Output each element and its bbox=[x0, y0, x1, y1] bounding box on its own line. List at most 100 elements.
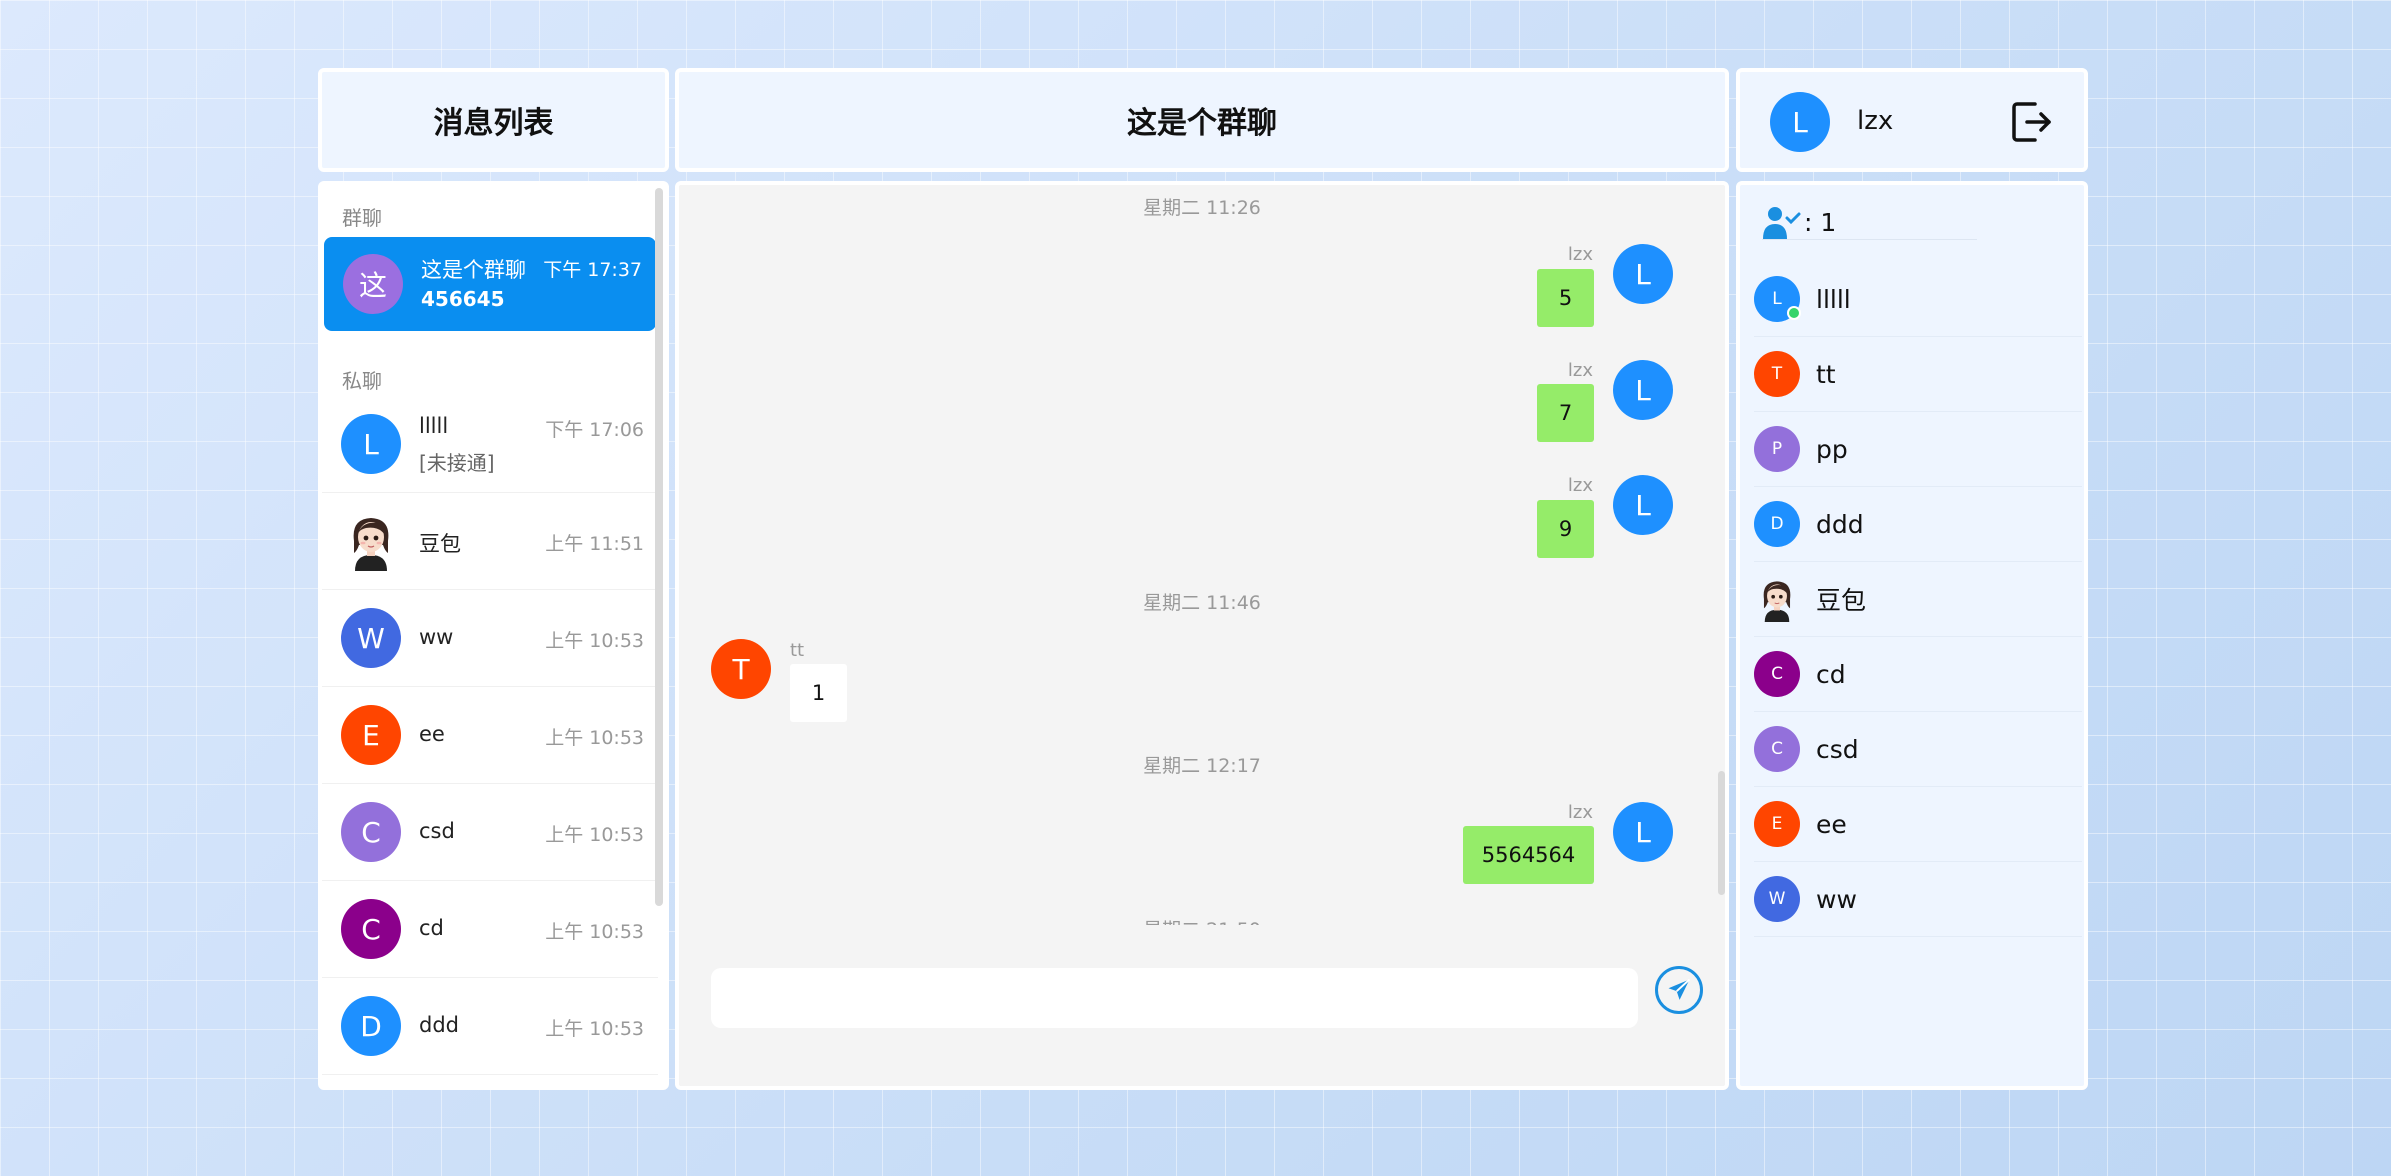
conversation-time: 上午 10:53 bbox=[545, 1018, 644, 1040]
conversation-time: 上午 11:51 bbox=[545, 533, 644, 555]
conversation-item-doubao[interactable]: 豆包 上午 11:51 bbox=[322, 493, 658, 590]
member-item-ee[interactable]: E ee bbox=[1754, 787, 2082, 862]
conversation-time: 上午 10:53 bbox=[545, 921, 644, 943]
conversation-list-scrollbar[interactable] bbox=[655, 188, 663, 906]
member-avatar: C bbox=[1754, 651, 1800, 697]
logout-icon[interactable] bbox=[2007, 98, 2055, 146]
group-avatar: 这 bbox=[343, 254, 403, 314]
member-avatar: W bbox=[1754, 876, 1800, 922]
conversation-name: 豆包 bbox=[419, 532, 461, 556]
member-item-ddd[interactable]: D ddd bbox=[1754, 487, 2082, 562]
member-item-lllll[interactable]: L lllll bbox=[1754, 262, 2082, 337]
user-header: L lzx bbox=[1736, 68, 2088, 172]
send-icon bbox=[1665, 976, 1693, 1004]
message-avatar: L bbox=[1613, 475, 1673, 535]
member-item-csd[interactable]: C csd bbox=[1754, 712, 2082, 787]
member-name: csd bbox=[1816, 734, 1859, 764]
conversation-name: ee bbox=[419, 722, 445, 746]
message-input[interactable] bbox=[711, 968, 1638, 1028]
message-bubble: 9 bbox=[1537, 500, 1594, 558]
conversation-time: 上午 10:53 bbox=[545, 727, 644, 749]
member-item-tt[interactable]: T tt bbox=[1754, 337, 2082, 412]
conversation-avatar: E bbox=[341, 705, 401, 765]
message-avatar: L bbox=[1613, 244, 1673, 304]
conversation-avatar: C bbox=[341, 802, 401, 862]
conversation-time: 上午 10:53 bbox=[545, 824, 644, 846]
message-timestamp: 星期二 12:17 bbox=[1143, 755, 1261, 777]
message-bubble: 1 bbox=[790, 664, 847, 722]
member-name: cd bbox=[1816, 659, 1846, 689]
member-item-pp[interactable]: P pp bbox=[1754, 412, 2082, 487]
conversation-list: 群聊 这 这是个群聊 456645 下午 17:37 私聊 L lllll [未… bbox=[318, 181, 669, 1090]
conversation-item-cd[interactable]: C cd 上午 10:53 bbox=[322, 881, 658, 978]
member-name: ee bbox=[1816, 809, 1847, 839]
message-sender: lzx bbox=[1567, 802, 1593, 823]
message-list-header: 消息列表 bbox=[318, 68, 669, 172]
member-avatar: T bbox=[1754, 351, 1800, 397]
message-avatar: L bbox=[1613, 802, 1673, 862]
message-bubble: 7 bbox=[1537, 384, 1594, 442]
conversation-time: 下午 17:06 bbox=[545, 419, 644, 441]
message-list-title: 消息列表 bbox=[433, 106, 554, 141]
member-panel: : 1 L lllll T tt P pp D ddd 豆包 C cd C cs… bbox=[1736, 181, 2088, 1090]
girl-avatar bbox=[341, 511, 401, 571]
chat-title: 这是个群聊 bbox=[1127, 106, 1277, 141]
conversation-item-lllll[interactable]: L lllll [未接通] 下午 17:06 bbox=[322, 396, 658, 493]
conversation-item-ww[interactable]: W ww 上午 10:53 bbox=[322, 590, 658, 687]
conversation-name: csd bbox=[419, 819, 455, 843]
message-avatar: T bbox=[711, 639, 771, 699]
chat-area: 星期二 11:26 lzx L 5 lzx L 7 lzx L 9 星期二 11… bbox=[675, 181, 1729, 1090]
user-check-icon bbox=[1762, 205, 1802, 239]
member-item-doubao[interactable]: 豆包 bbox=[1754, 562, 2082, 637]
message-sender: tt bbox=[790, 640, 805, 661]
chat-scrollbar[interactable] bbox=[1718, 771, 1725, 895]
online-status-dot bbox=[1787, 306, 1801, 320]
member-avatar: E bbox=[1754, 801, 1800, 847]
member-item-cd[interactable]: C cd bbox=[1754, 637, 2082, 712]
member-item-ww[interactable]: W ww bbox=[1754, 862, 2082, 937]
conversation-preview: [未接通] bbox=[419, 451, 495, 475]
message-sender: lzx bbox=[1567, 475, 1593, 496]
online-count-text: : 1 bbox=[1804, 207, 1837, 237]
member-avatar: C bbox=[1754, 726, 1800, 772]
conversation-avatar: D bbox=[341, 996, 401, 1056]
current-user-avatar[interactable]: L bbox=[1770, 92, 1830, 152]
message-avatar: L bbox=[1613, 360, 1673, 420]
conversation-name: 这是个群聊 bbox=[421, 258, 526, 282]
conversation-item-group[interactable]: 这 这是个群聊 456645 下午 17:37 bbox=[324, 237, 656, 331]
conversation-preview: 456645 bbox=[421, 287, 505, 311]
conversation-item-csd[interactable]: C csd 上午 10:53 bbox=[322, 784, 658, 881]
conversation-avatar: C bbox=[341, 899, 401, 959]
member-name: tt bbox=[1816, 359, 1836, 389]
conversation-item-ee[interactable]: E ee 上午 10:53 bbox=[322, 687, 658, 784]
message-timestamp: 星期二 11:46 bbox=[1143, 592, 1261, 614]
online-count: : 1 bbox=[1762, 205, 1977, 240]
message-scroll-area[interactable]: 星期二 11:26 lzx L 5 lzx L 7 lzx L 9 星期二 11… bbox=[679, 185, 1725, 925]
conversation-time: 下午 17:37 bbox=[543, 259, 642, 281]
member-name: ww bbox=[1816, 884, 1857, 914]
member-name: lllll bbox=[1816, 284, 1851, 314]
conversation-name: lllll bbox=[419, 414, 449, 438]
message-sender: lzx bbox=[1567, 360, 1593, 381]
member-name: pp bbox=[1816, 434, 1848, 464]
message-timestamp: 星期二 11:26 bbox=[1143, 197, 1261, 219]
conversation-avatar: W bbox=[341, 608, 401, 668]
message-bubble: 5 bbox=[1537, 269, 1594, 327]
message-timestamp: 星期二 21:50 bbox=[679, 915, 1725, 925]
current-username: lzx bbox=[1857, 106, 1894, 136]
message-bubble: 5564564 bbox=[1463, 826, 1594, 884]
chat-header: 这是个群聊 bbox=[675, 68, 1729, 172]
conversation-name: ww bbox=[419, 625, 454, 649]
message-sender: lzx bbox=[1567, 244, 1593, 265]
member-name: 豆包 bbox=[1816, 586, 1867, 615]
conversation-item-ddd[interactable]: D ddd 上午 10:53 bbox=[322, 978, 658, 1075]
member-avatar: P bbox=[1754, 426, 1800, 472]
send-button[interactable] bbox=[1655, 966, 1703, 1014]
conversation-name: cd bbox=[419, 916, 444, 940]
conversation-time: 上午 10:53 bbox=[545, 630, 644, 652]
conversation-avatar: L bbox=[341, 414, 401, 474]
conversation-name: ddd bbox=[419, 1013, 459, 1037]
member-avatar: D bbox=[1754, 501, 1800, 547]
member-name: ddd bbox=[1816, 509, 1864, 539]
girl-avatar bbox=[1754, 576, 1800, 622]
